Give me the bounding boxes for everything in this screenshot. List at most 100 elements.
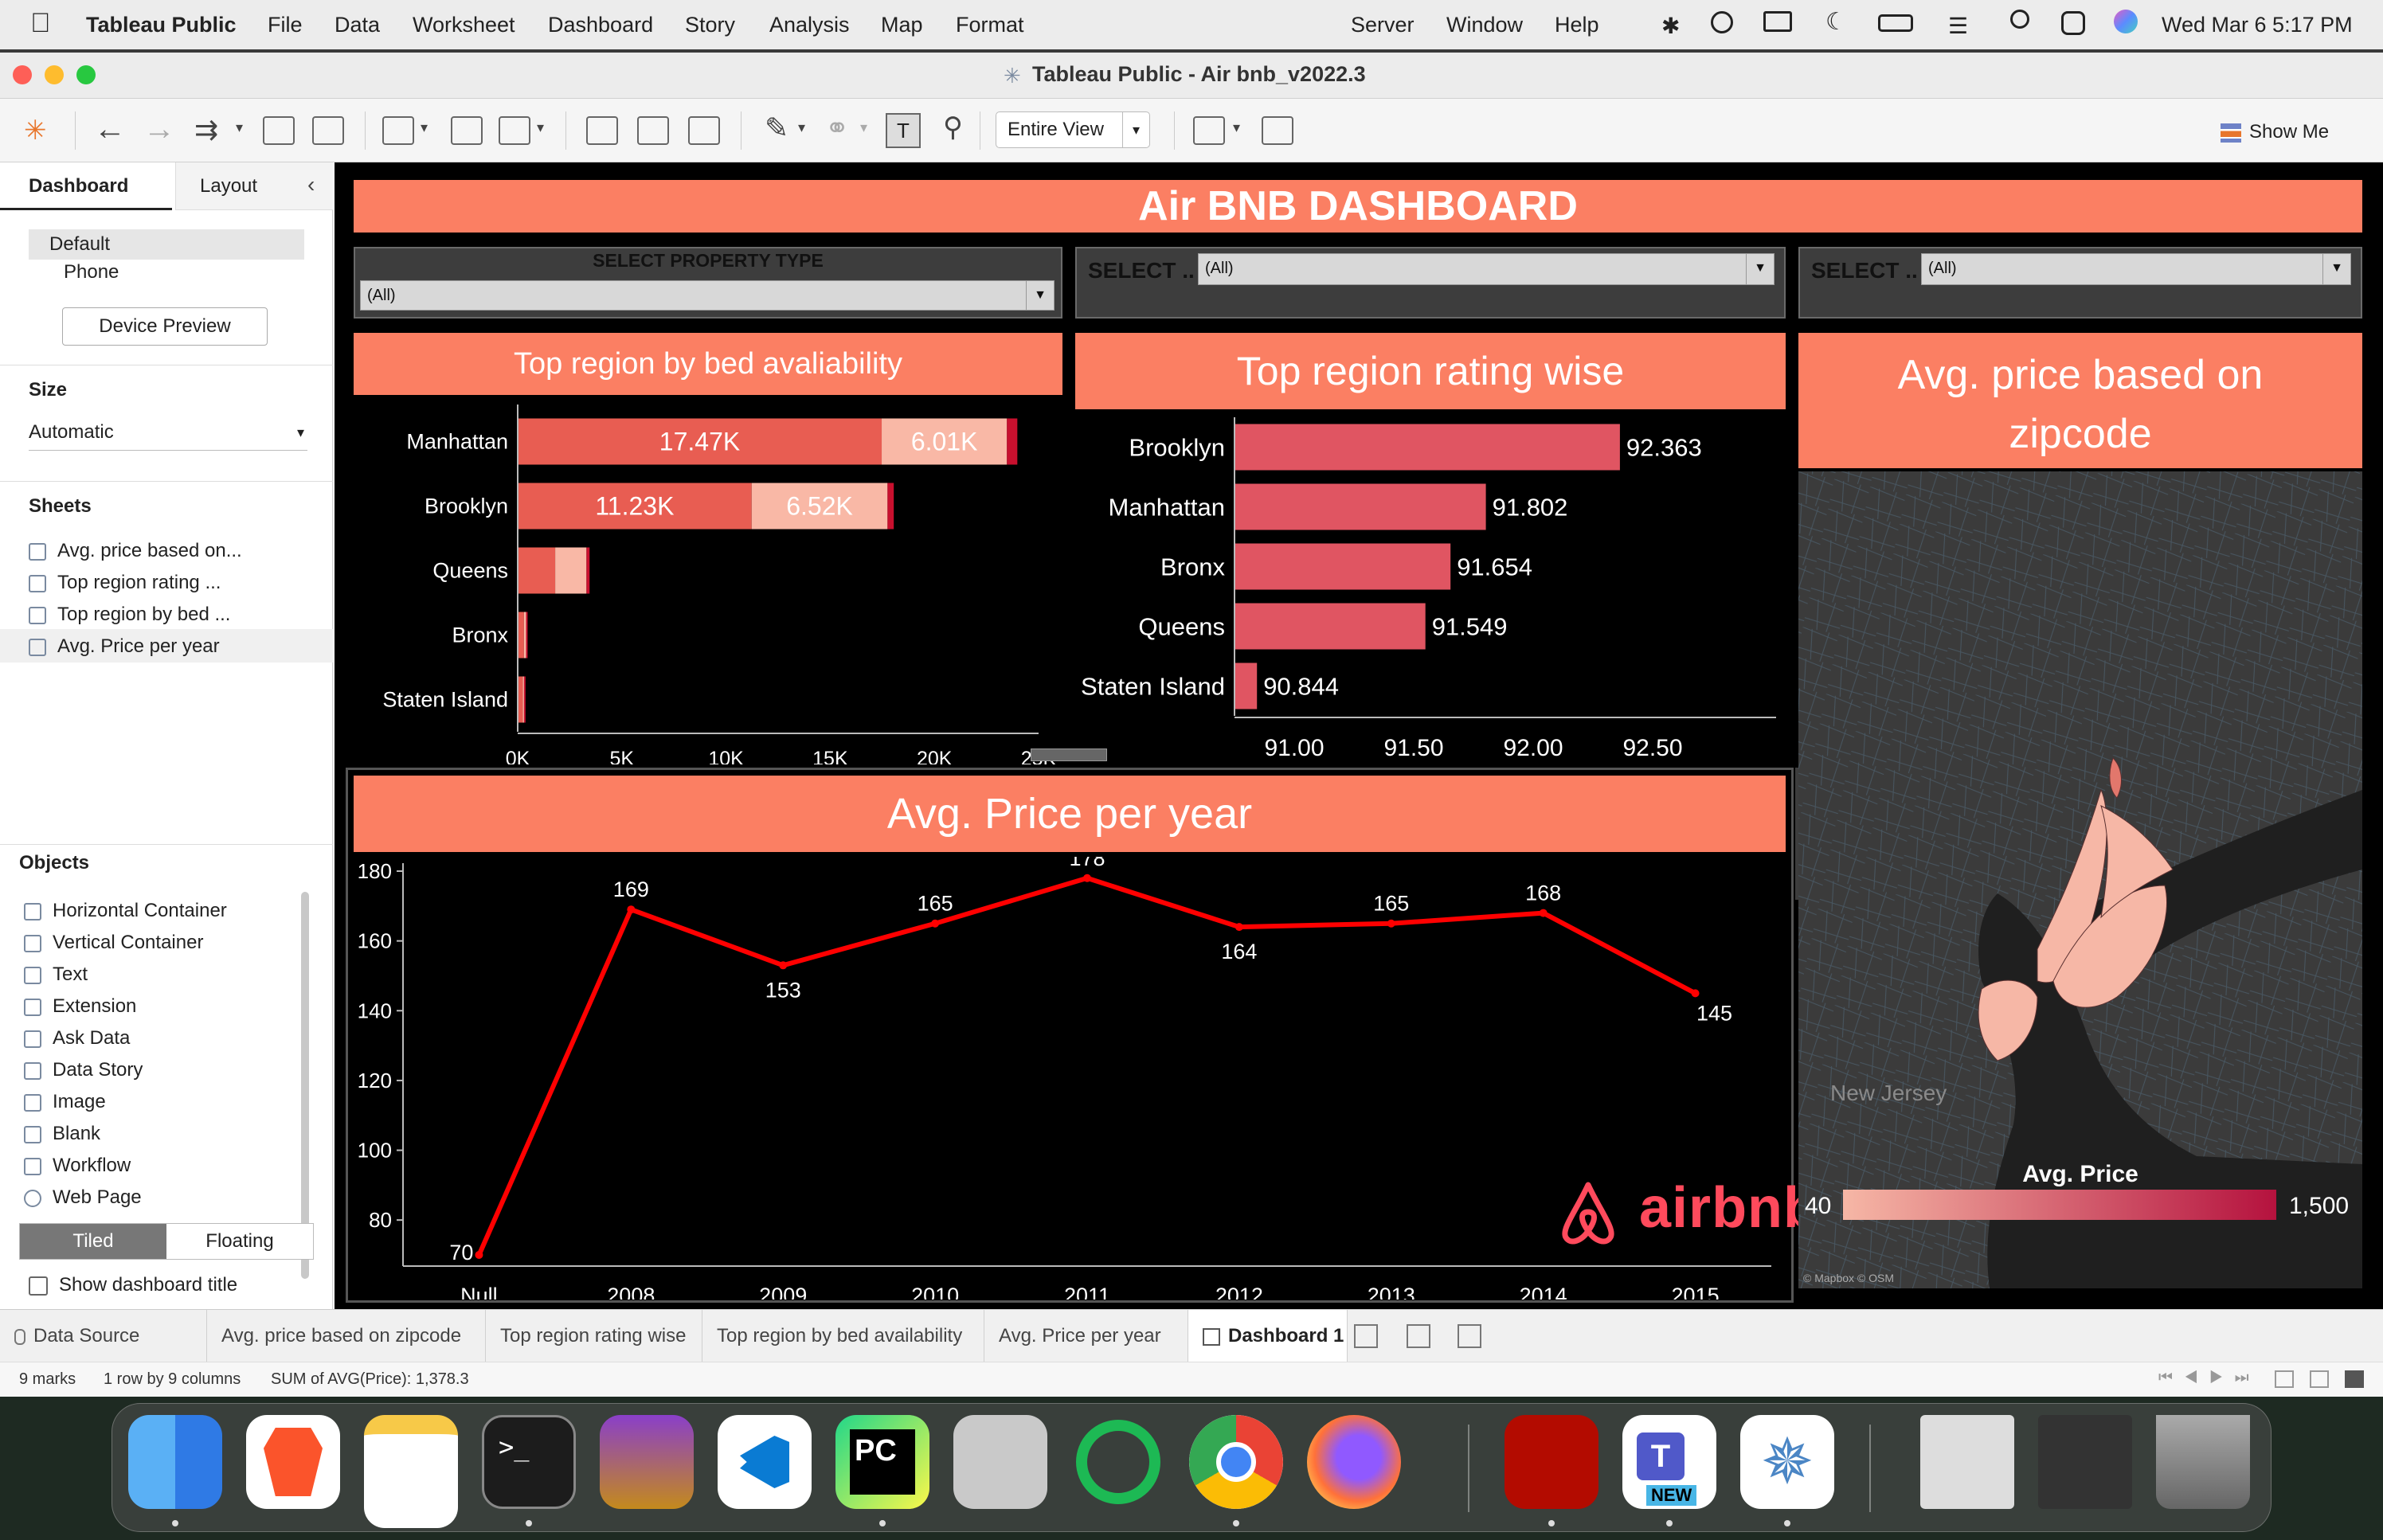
app-name-menu[interactable]: Tableau Public xyxy=(86,13,237,37)
bed-bar-segment[interactable] xyxy=(555,547,587,594)
resize-handle[interactable] xyxy=(1031,749,1107,761)
redo-icon[interactable]: → xyxy=(143,111,175,147)
price-point[interactable] xyxy=(1083,874,1091,882)
sheet-item[interactable]: Top region by bed ... xyxy=(29,604,230,626)
clear-dropdown-icon[interactable]: ▾ xyxy=(537,119,544,136)
sort-ascending-icon[interactable] xyxy=(637,116,669,145)
sheet-item[interactable]: Avg. Price per year xyxy=(29,635,220,658)
object-extension[interactable]: Extension xyxy=(24,995,136,1018)
show-title-checkbox-row[interactable]: Show dashboard title xyxy=(29,1274,237,1296)
terminal-icon[interactable]: >_ xyxy=(482,1415,576,1509)
pycharm-icon[interactable]: PC xyxy=(835,1415,929,1509)
clear-sheet-icon[interactable] xyxy=(499,116,530,145)
screenshot-stack-icon[interactable] xyxy=(2038,1415,2132,1509)
group-dropdown-icon[interactable]: ▾ xyxy=(860,119,867,136)
new-datasource-icon[interactable] xyxy=(312,116,344,145)
size-select[interactable]: Automatic ▾ xyxy=(29,414,307,451)
swap-rows-columns-icon[interactable] xyxy=(586,116,618,145)
menu-data[interactable]: Data xyxy=(335,13,380,37)
show-me-button[interactable]: Show Me xyxy=(2221,116,2329,148)
presentation-mode-icon[interactable] xyxy=(1262,116,1293,145)
group-members-icon[interactable]: ⚭ xyxy=(825,111,849,145)
object-blank[interactable]: Blank xyxy=(24,1123,100,1145)
tab-dashboard-1[interactable]: Dashboard 1 xyxy=(1188,1310,1348,1362)
object-horizontal-container[interactable]: Horizontal Container xyxy=(24,900,227,922)
device-preview-button[interactable]: Device Preview xyxy=(62,307,268,346)
new-story-tab-icon[interactable] xyxy=(1458,1324,1481,1348)
replay-dropdown-icon[interactable]: ▾ xyxy=(236,119,243,136)
zipcode-map[interactable]: New Jersey Avg. Price 40 1,500 © Mapbox … xyxy=(1798,471,2362,1288)
price-point[interactable] xyxy=(1539,909,1548,917)
filter-dropdown[interactable]: (All) ▼ xyxy=(1198,253,1775,285)
siri-icon[interactable] xyxy=(2114,10,2138,33)
filter-dropdown[interactable]: (All) ▼ xyxy=(1921,253,2351,285)
screen-mirroring-icon[interactable] xyxy=(1763,11,1792,32)
tabs-view-icon[interactable] xyxy=(2345,1370,2364,1388)
moon-icon[interactable]: ☾ xyxy=(1825,8,1847,36)
menu-server[interactable]: Server xyxy=(1351,13,1415,37)
bed-bar-segment[interactable] xyxy=(523,676,526,723)
brave-browser-icon[interactable] xyxy=(246,1415,340,1509)
apple-icon[interactable]:  xyxy=(30,8,51,39)
tableau-app-icon[interactable]: ✵ xyxy=(1740,1415,1834,1509)
bed-bar-segment[interactable] xyxy=(586,547,590,594)
show-labels-icon[interactable]: T xyxy=(886,113,921,148)
object-text[interactable]: Text xyxy=(24,963,88,986)
sheet-navigation-arrows-icon[interactable]: ⏮◀▶⏭ xyxy=(2158,1369,2260,1387)
object-image[interactable]: Image xyxy=(24,1091,106,1113)
menubar-clock[interactable]: Wed Mar 6 5:17 PM xyxy=(2162,13,2353,37)
price-point[interactable] xyxy=(779,961,788,970)
menu-worksheet[interactable]: Worksheet xyxy=(413,13,515,37)
menu-story[interactable]: Story xyxy=(685,13,735,37)
menu-file[interactable]: File xyxy=(268,13,303,37)
acrobat-icon[interactable] xyxy=(1505,1415,1598,1509)
new-worksheet-icon[interactable] xyxy=(382,116,414,145)
rating-bar[interactable] xyxy=(1235,663,1258,709)
finder-icon[interactable] xyxy=(128,1415,222,1509)
tableau-logo-icon[interactable]: ✳ xyxy=(24,115,47,147)
tab-sheet-price-year[interactable]: Avg. Price per year xyxy=(984,1310,1188,1362)
bed-bar-segment[interactable] xyxy=(523,612,526,659)
pin-axes-icon[interactable]: ⚲ xyxy=(943,111,963,143)
price-line[interactable] xyxy=(476,875,1696,1257)
menu-window[interactable]: Window xyxy=(1446,13,1523,37)
device-default[interactable]: Default xyxy=(29,229,304,260)
highlight-dropdown-icon[interactable]: ▾ xyxy=(798,119,805,136)
checkbox[interactable] xyxy=(29,1276,48,1296)
minimize-window-button[interactable] xyxy=(45,65,64,84)
highlight-icon[interactable]: ✎ xyxy=(765,111,788,145)
menu-map[interactable]: Map xyxy=(881,13,923,37)
bed-bar-segment[interactable] xyxy=(518,547,556,594)
photo-stack-icon[interactable] xyxy=(1920,1415,2014,1509)
replay-icon[interactable]: ⇉ xyxy=(194,113,218,147)
collapse-pane-icon[interactable]: ‹ xyxy=(307,172,315,197)
objects-scrollbar[interactable] xyxy=(301,892,309,1279)
sheet-item[interactable]: Top region rating ... xyxy=(29,572,221,594)
chrome-icon[interactable] xyxy=(1189,1415,1283,1509)
save-icon[interactable] xyxy=(263,116,295,145)
price-point[interactable] xyxy=(1235,923,1243,932)
floating-button[interactable]: Floating xyxy=(166,1224,313,1259)
duplicate-sheet-icon[interactable] xyxy=(451,116,483,145)
object-ask-data[interactable]: Ask Data xyxy=(24,1027,130,1049)
price-point[interactable] xyxy=(475,1251,483,1259)
bed-bar-segment[interactable] xyxy=(1007,418,1018,465)
price-point[interactable] xyxy=(1691,989,1700,998)
object-workflow[interactable]: Workflow xyxy=(24,1155,131,1177)
bed-bar-segment[interactable] xyxy=(518,612,524,659)
tab-sheet-bed[interactable]: Top region by bed availability xyxy=(702,1310,984,1362)
menu-help[interactable]: Help xyxy=(1555,13,1599,37)
grid-view-icon[interactable] xyxy=(2275,1370,2294,1388)
spotlight-search-icon[interactable] xyxy=(2010,10,2029,29)
menu-dashboard[interactable]: Dashboard xyxy=(548,13,653,37)
price-point[interactable] xyxy=(627,905,636,914)
cursor-app-icon[interactable] xyxy=(1071,1415,1165,1509)
new-worksheet-tab-icon[interactable] xyxy=(1354,1324,1378,1348)
filter-dropdown[interactable]: (All) ▼ xyxy=(360,280,1055,311)
tab-dashboard[interactable]: Dashboard xyxy=(0,162,172,210)
tab-data-source[interactable]: Data Source xyxy=(0,1310,207,1362)
battery-icon[interactable] xyxy=(1878,14,1913,32)
layout-dropdown-icon[interactable]: ▾ xyxy=(1233,119,1240,136)
menu-format[interactable]: Format xyxy=(956,13,1024,37)
trash-icon[interactable] xyxy=(2156,1415,2250,1509)
